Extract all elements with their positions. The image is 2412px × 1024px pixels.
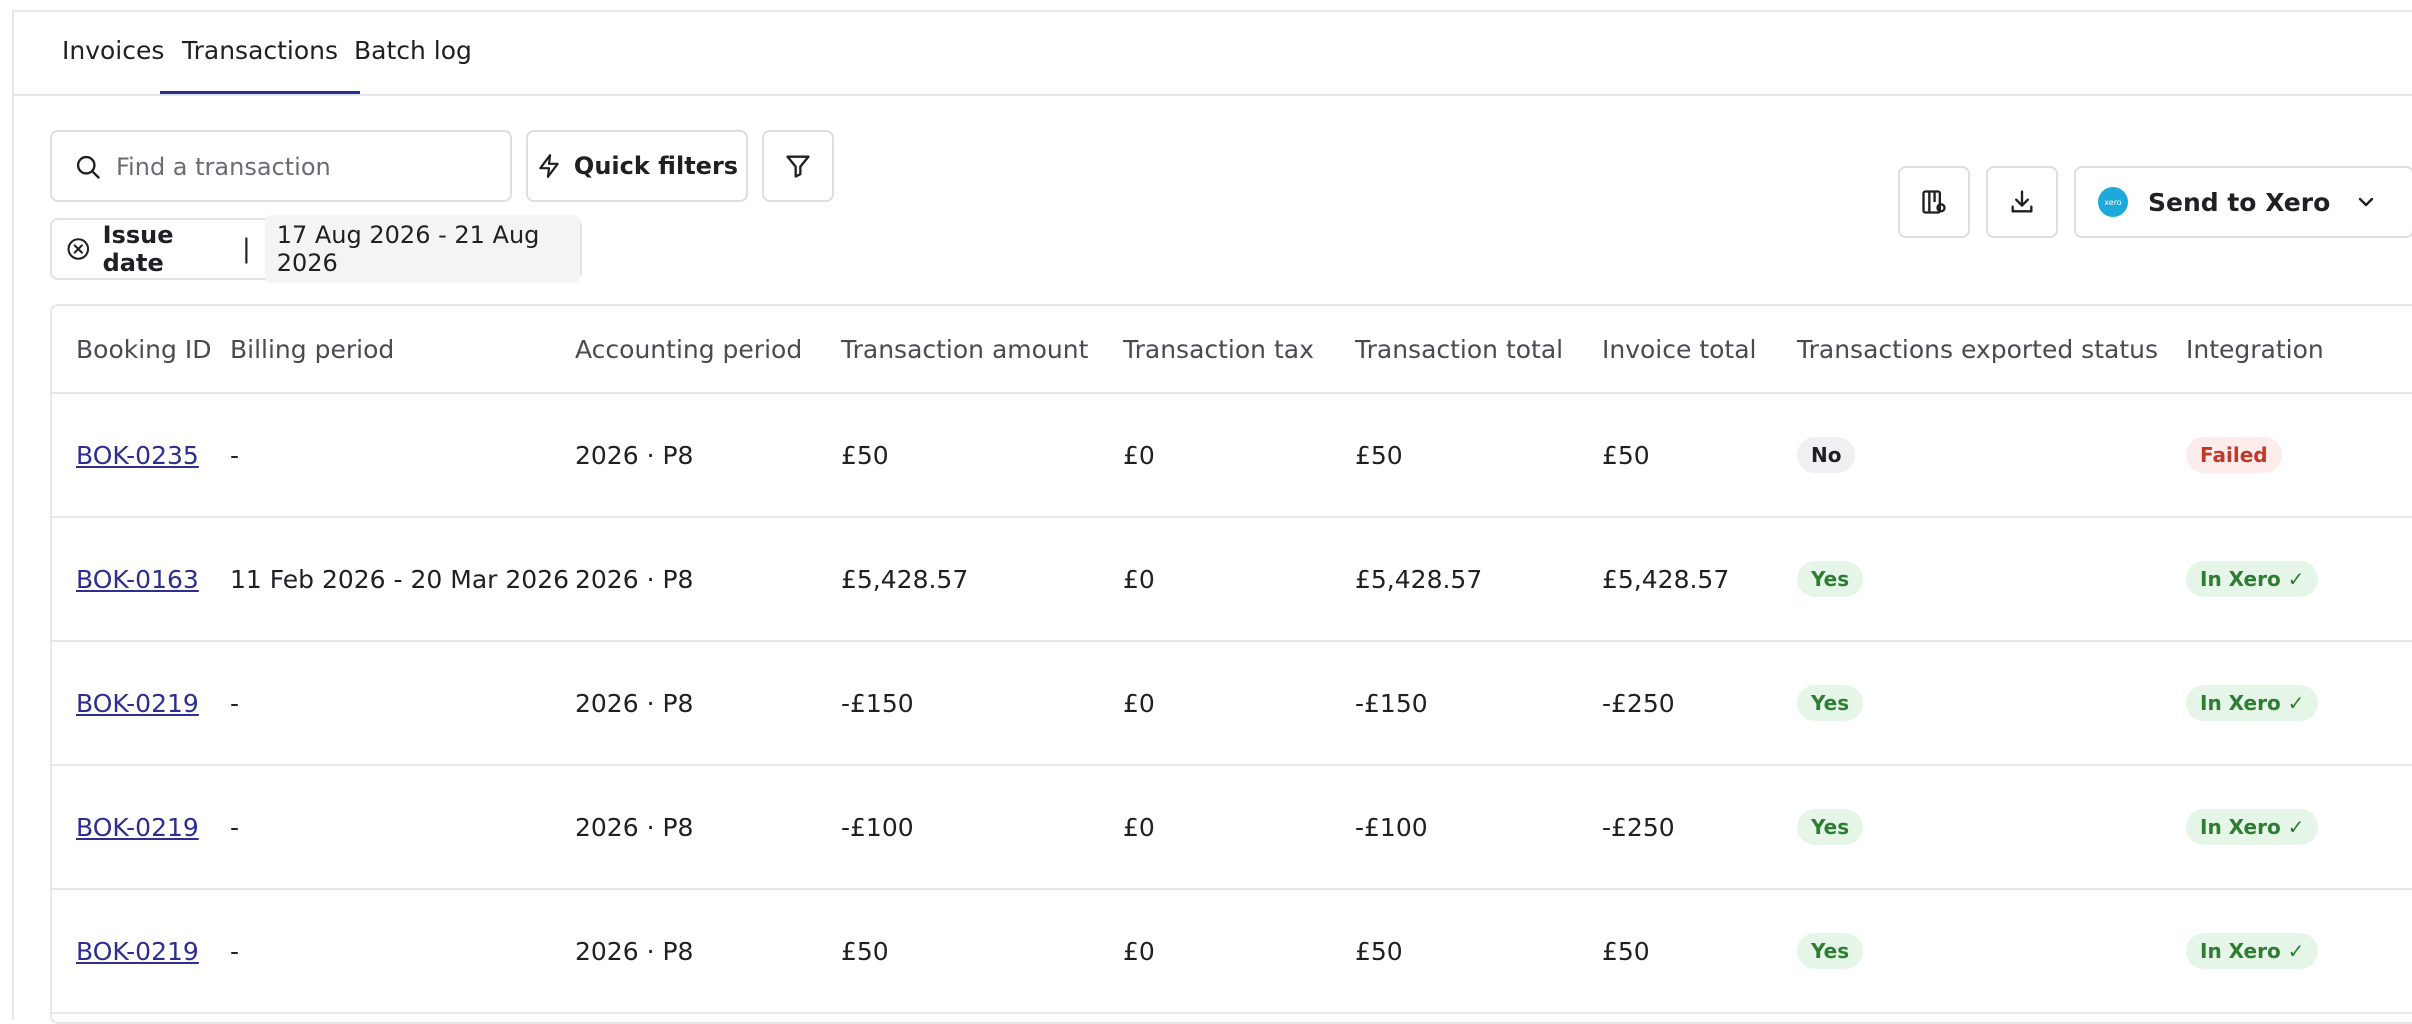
invoice-total-cell: -£250 [1602,641,1797,766]
lightning-icon [539,154,559,178]
billing-period-cell: - [230,641,575,766]
transaction-tax-cell: £0 [1123,889,1355,1014]
column-settings-icon [1922,190,1946,214]
transaction-amount-cell: £5,428.57 [841,517,1123,642]
transactions-table: Booking ID Billing period Accounting per… [50,304,2412,1024]
search-icon [76,155,100,179]
column-header[interactable]: Transactions exported status [1797,306,2186,394]
booking-id-link[interactable]: BOK-0163 [76,565,199,594]
booking-id-link[interactable]: BOK-0235 [76,441,199,470]
accounting-period-cell: 2026 · P8 [575,641,841,766]
invoice-total-cell: £5,428.57 [1602,517,1797,642]
transaction-total-cell: -£100 [1355,765,1602,890]
column-header[interactable]: Booking ID [52,306,230,394]
accounting-period-cell: 2026 · P8 [575,517,841,642]
transaction-total-cell: £5,428.57 [1355,517,1602,642]
column-header[interactable]: Invoice total [1602,306,1797,394]
quick-filters-button[interactable]: Quick filters [526,130,748,202]
filter-button[interactable] [762,130,834,202]
table-row[interactable]: BOK-0163 11 Feb 2026 - 20 Mar 2026 2026 … [52,517,2412,642]
booking-id-link[interactable]: BOK-0219 [76,813,199,842]
invoice-total-cell: -£250 [1602,765,1797,890]
search-input[interactable] [114,142,498,192]
download-icon [2011,190,2033,213]
column-header[interactable]: Accounting period [575,306,841,394]
tab-batch-log[interactable]: Batch log [332,12,494,94]
transaction-total-cell: £50 [1355,393,1602,518]
transaction-tax-cell: £0 [1123,393,1355,518]
integration-status-badge: In Xero ✓ [2186,561,2319,597]
transaction-amount-cell: £50 [841,393,1123,518]
integration-status-badge: Failed [2186,437,2282,473]
integration-status-badge: In Xero ✓ [2186,809,2319,845]
transaction-total-cell: -£150 [1355,641,1602,766]
transaction-amount-cell: -£100 [841,765,1123,890]
transaction-tax-cell: £0 [1123,641,1355,766]
integration-status-badge: In Xero ✓ [2186,685,2319,721]
column-settings-button[interactable] [1898,166,1970,238]
transaction-amount-cell: -£150 [841,641,1123,766]
send-to-xero-button[interactable]: xero Send to Xero [2074,166,2412,238]
booking-id-link[interactable]: BOK-0219 [76,937,199,966]
exported-status-badge: Yes [1797,809,1864,845]
exported-status-badge: Yes [1797,561,1864,597]
transaction-amount-cell: £50 [841,889,1123,1014]
exported-status-badge: Yes [1797,933,1864,969]
table-row[interactable]: BOK-0235 - 2026 · P8 £50 £0 £50 £50 No F… [52,393,2412,518]
column-header[interactable]: Billing period [230,306,575,394]
column-header[interactable]: Integration [2186,306,2412,394]
invoice-total-cell: £50 [1602,889,1797,1014]
column-header[interactable]: Transaction amount [841,306,1123,394]
billing-period-cell: 11 Feb 2026 - 20 Mar 2026 [230,517,575,642]
billing-period-cell: - [230,765,575,890]
column-header[interactable]: Transaction total [1355,306,1602,394]
table-row[interactable]: BOK-0219 - 2026 · P8 -£150 £0 -£150 -£25… [52,641,2412,766]
accounting-period-cell: 2026 · P8 [575,393,841,518]
download-button[interactable] [1986,166,2058,238]
accounting-period-cell: 2026 · P8 [575,889,841,1014]
accounting-period-cell: 2026 · P8 [575,765,841,890]
quick-filters-label: Quick filters [573,152,739,180]
invoice-total-cell: £50 [1602,393,1797,518]
table-row[interactable]: BOK-0219 - 2026 · P8 -£100 £0 -£100 -£25… [52,765,2412,890]
booking-id-link[interactable]: BOK-0219 [76,689,199,718]
integration-status-badge: In Xero ✓ [2186,933,2319,969]
filter-chip-label: Issue date [102,221,174,277]
transactions-panel: Invoices Transactions Batch log Quick fi… [12,10,2412,1024]
send-to-xero-label: Send to Xero [2148,187,2331,217]
exported-status-badge: Yes [1797,685,1864,721]
issue-date-filter-chip: Issue date | 17 Aug 2026 - 21 Aug 2026 [50,215,582,283]
transaction-tax-cell: £0 [1123,765,1355,890]
column-header[interactable]: Transaction tax [1123,306,1355,394]
clear-filter-icon[interactable] [66,235,91,263]
filter-chip-separator: | [241,234,251,264]
tab-bar: Invoices Transactions Batch log [14,12,2412,96]
filter-chip-value[interactable]: 17 Aug 2026 - 21 Aug 2026 [264,215,580,283]
billing-period-cell: - [230,889,575,1014]
table-row[interactable]: BOK-0219 - 2026 · P8 £50 £0 £50 £50 Yes … [52,889,2412,1014]
chevron-down-icon [2359,197,2374,207]
search-box[interactable] [50,130,512,202]
transaction-tax-cell: £0 [1123,517,1355,642]
exported-status-badge: No [1797,437,1856,473]
xero-logo-icon: xero [2098,187,2128,217]
billing-period-cell: - [230,393,575,518]
transaction-total-cell: £50 [1355,889,1602,1014]
tab-transactions[interactable]: Transactions [160,12,361,94]
filter-icon [786,155,810,178]
table-header-row: Booking ID Billing period Accounting per… [52,306,2412,394]
